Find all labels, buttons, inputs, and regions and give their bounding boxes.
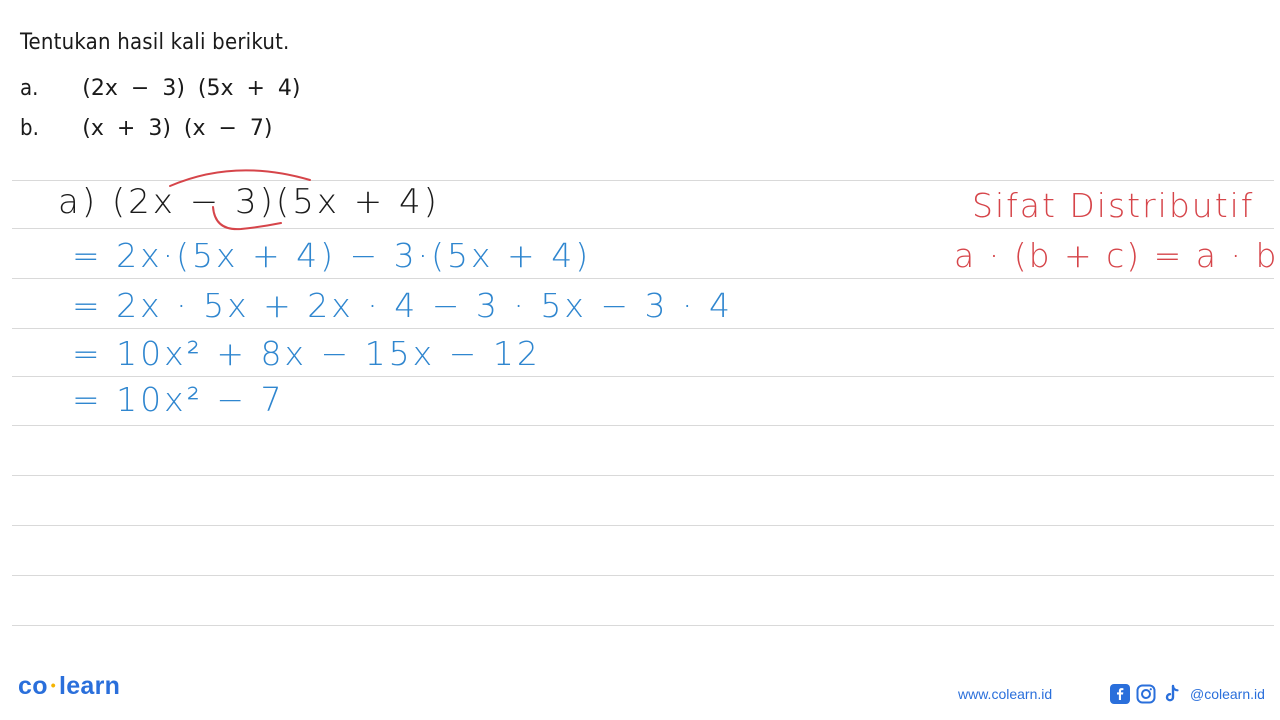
ruled-line — [12, 328, 1274, 329]
social-links: @colearn.id — [1110, 683, 1265, 705]
question-item-b: b. (x + 3) (x − 7) — [20, 116, 273, 141]
ruled-line — [12, 625, 1274, 626]
logo-dot: • — [50, 677, 56, 693]
logo-text-co: co — [18, 672, 48, 700]
ruled-line — [12, 475, 1274, 476]
social-handle[interactable]: @colearn.id — [1190, 686, 1265, 702]
question-item-label: a. — [20, 76, 39, 101]
colearn-logo: co • learn — [18, 672, 120, 701]
website-link[interactable]: www.colearn.id — [958, 686, 1052, 702]
question-item-expression: (x + 3) (x − 7) — [82, 116, 273, 141]
logo-text-learn: learn — [58, 672, 121, 700]
ruled-line — [12, 180, 1274, 181]
question-title: Tentukan hasil kali berikut. — [20, 30, 290, 55]
ruled-line — [12, 525, 1274, 526]
ruled-line — [12, 376, 1274, 377]
question-item-a: a. (2x − 3) (5x + 4) — [20, 76, 301, 101]
solution-step-2: = 2x · 5x + 2x · 4 − 3 · 5x − 3 · 4 — [72, 286, 733, 325]
solution-step-4: = 10x² − 7 — [72, 380, 285, 419]
solution-header: a) (2x − 3)(5x + 4) — [58, 182, 440, 222]
tiktok-icon[interactable] — [1162, 684, 1182, 704]
note-formula: a · (b + c) = a · b + a · c — [954, 236, 1280, 275]
ruled-line — [12, 575, 1274, 576]
facebook-icon[interactable] — [1110, 684, 1130, 704]
note-title: Sifat Distributif — [972, 186, 1255, 225]
ruled-line — [12, 278, 1274, 279]
question-item-label: b. — [20, 116, 39, 141]
question-item-expression: (2x − 3) (5x + 4) — [82, 76, 301, 101]
instagram-icon[interactable] — [1136, 684, 1156, 704]
ruled-line — [12, 425, 1274, 426]
solution-step-3: = 10x² + 8x − 15x − 12 — [72, 334, 541, 373]
solution-step-1: = 2x·(5x + 4) − 3·(5x + 4) — [72, 236, 592, 275]
ruled-line — [12, 228, 1274, 229]
